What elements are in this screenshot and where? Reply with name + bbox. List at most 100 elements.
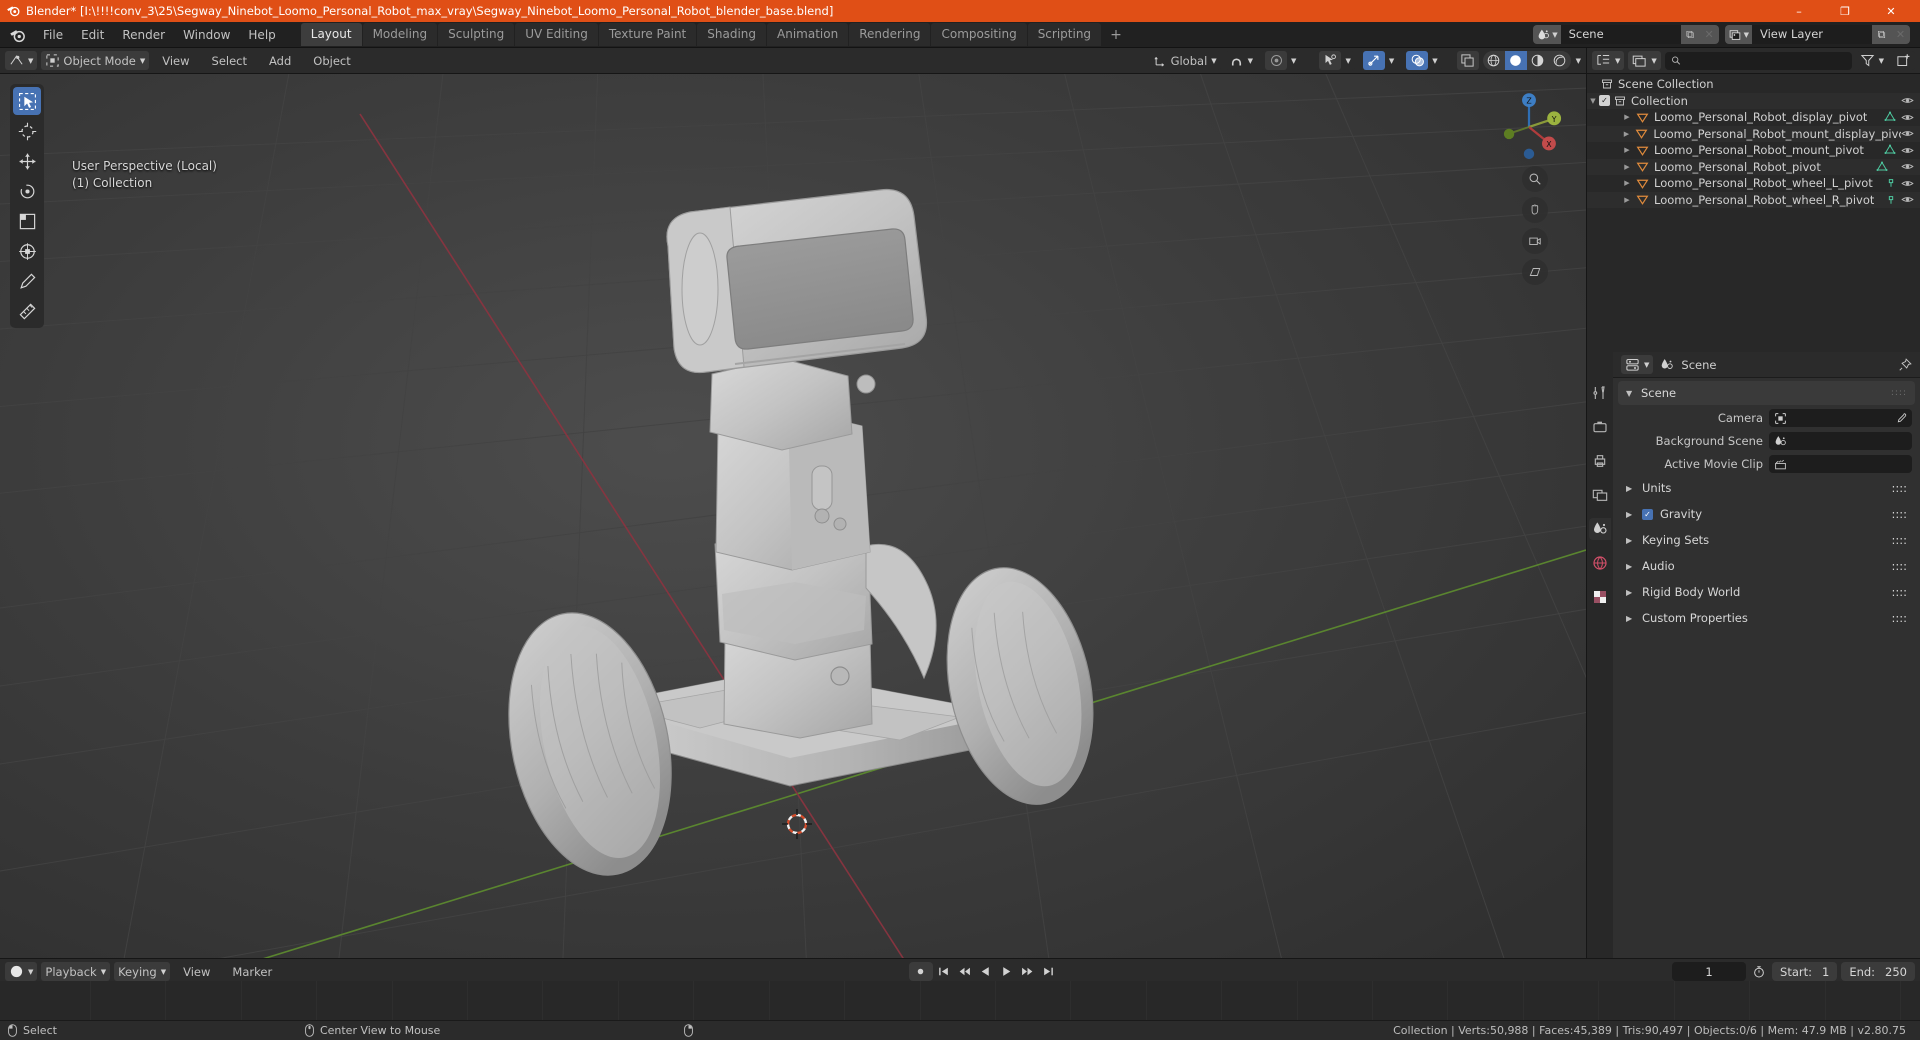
show-gizmo-toggle[interactable] [1319,51,1342,70]
outliner-row-object[interactable]: ▶ Loomo_Personal_Robot_wheel_R_pivot [1587,191,1920,208]
scene-selector[interactable]: ▼ Scene ⧉ ✕ [1533,25,1719,44]
visibility-eye-icon[interactable] [1901,160,1914,173]
toggle-xray-button[interactable] [1406,51,1429,70]
mesh-data-icon[interactable] [1876,161,1888,173]
show-gizmo-group[interactable]: ▼ [1315,51,1355,70]
tab-world[interactable] [1589,552,1611,574]
previous-keyframe-button[interactable] [955,962,975,981]
tab-layout[interactable]: Layout [300,23,362,46]
chevron-down-icon[interactable]: ▼ [1576,57,1581,65]
tab-modeling[interactable]: Modeling [362,23,438,46]
viewport-menu-view[interactable]: View [153,51,198,71]
section-units[interactable]: ▶ Units :::: [1618,476,1915,500]
tool-transform[interactable] [13,237,41,265]
new-view-layer-button[interactable]: ⧉ [1872,25,1891,44]
outliner-row-object[interactable]: ▶ Loomo_Personal_Robot_mount_display_piv… [1587,125,1920,142]
visibility-eye-icon[interactable] [1901,144,1914,157]
tool-rotate[interactable] [13,177,41,205]
outliner-tree[interactable]: Scene Collection ▼ ✓ Collection ▶ Loomo_… [1587,74,1920,352]
play-reverse-button[interactable] [976,962,996,981]
gravity-checkbox[interactable]: ✓ [1642,508,1653,520]
jump-to-end-button[interactable] [1039,962,1059,981]
menu-window[interactable]: Window [174,25,239,45]
tab-shading[interactable]: Shading [697,23,766,46]
outliner-row-collection[interactable]: ▼ ✓ Collection [1587,92,1920,109]
tool-measure[interactable] [13,297,41,325]
zoom-view-button[interactable] [1522,166,1548,192]
frame-start-field[interactable]: Start: 1 [1772,962,1838,981]
navigation-gizmo[interactable]: Z Y X [1490,88,1568,166]
tab-scene[interactable] [1589,518,1611,540]
mesh-data-icon[interactable] [1886,194,1896,206]
section-rigid-body-world[interactable]: ▶ Rigid Body World :::: [1618,580,1915,604]
section-keying-sets[interactable]: ▶ Keying Sets :::: [1618,528,1915,552]
show-overlays-toggle[interactable] [1362,51,1385,70]
next-keyframe-button[interactable] [1018,962,1038,981]
new-scene-button[interactable]: ⧉ [1680,25,1700,44]
transform-orientation-selector[interactable]: Global ▼ [1148,51,1221,70]
timeline-menu-playback[interactable]: Playback ▼ [41,962,111,981]
background-scene-field[interactable] [1769,432,1912,450]
viewport-canvas[interactable]: User Perspective (Local) (1) Collection [0,74,1586,958]
unlink-scene-button[interactable]: ✕ [1699,25,1719,44]
collection-checkbox[interactable]: ✓ [1599,95,1610,107]
visibility-eye-icon[interactable] [1901,111,1914,124]
menu-render[interactable]: Render [113,25,174,45]
timeline-menu-keying[interactable]: Keying ▼ [114,962,171,981]
disclosure-triangle-icon[interactable]: ▶ [1626,484,1635,493]
blender-app-icon[interactable] [8,26,26,44]
xray-group[interactable]: ▼ [1402,51,1442,70]
outliner-display-mode-selector[interactable]: ▼ [1628,51,1661,70]
disclosure-triangle-icon[interactable]: ▶ [1621,196,1633,204]
outliner-row-object[interactable]: ▶ Loomo_Personal_Robot_display_pivot [1587,109,1920,126]
disclosure-triangle-icon[interactable]: ▶ [1626,588,1635,597]
disclosure-triangle-icon[interactable]: ▼ [1626,389,1635,398]
properties-editor-type-selector[interactable]: ▼ [1621,355,1654,374]
view-layer-selector[interactable]: ▼ View Layer ⧉ ✕ [1724,25,1910,44]
section-audio[interactable]: ▶ Audio :::: [1618,554,1915,578]
disclosure-triangle-icon[interactable]: ▶ [1626,562,1635,571]
outliner-row-object[interactable]: ▶ Loomo_Personal_Robot_mount_pivot [1587,142,1920,159]
show-overlays-group[interactable]: ▼ [1358,51,1399,70]
mesh-data-icon[interactable] [1884,144,1896,156]
camera-field[interactable] [1769,409,1912,427]
shading-wireframe-button[interactable] [1483,51,1505,70]
timeline-editor-type-selector[interactable]: ▼ [5,962,38,981]
outliner-row-object[interactable]: ▶ Loomo_Personal_Robot_wheel_L_pivot [1587,175,1920,192]
viewport-shading-copy-button[interactable] [1456,51,1479,70]
disclosure-triangle-icon[interactable]: ▶ [1621,113,1633,121]
tab-rendering[interactable]: Rendering [849,23,931,46]
proportional-editing-group[interactable]: ▼ [1261,51,1301,70]
minimize-button[interactable]: – [1776,0,1822,22]
tab-texture[interactable] [1589,586,1611,608]
tab-tool[interactable] [1589,382,1611,404]
tab-sculpting[interactable]: Sculpting [438,23,515,46]
shading-rendered-button[interactable] [1549,51,1571,70]
mesh-data-icon[interactable] [1884,111,1896,123]
timeline-track[interactable] [0,981,1920,1020]
menu-edit[interactable]: Edit [72,25,113,45]
viewport-menu-add[interactable]: Add [260,51,300,71]
timeline-menu-marker[interactable]: Marker [223,962,281,982]
disclosure-triangle-icon[interactable]: ▼ [1587,97,1599,105]
shading-material-button[interactable] [1527,51,1549,70]
tab-output[interactable] [1589,450,1611,472]
view-layer-name[interactable]: View Layer [1752,25,1872,44]
menu-file[interactable]: File [34,25,72,45]
disclosure-triangle-icon[interactable]: ▶ [1621,146,1633,154]
visibility-eye-icon[interactable] [1901,177,1914,190]
disclosure-triangle-icon[interactable]: ▶ [1620,130,1632,138]
toggle-camera-view-button[interactable] [1522,228,1548,254]
visibility-eye-icon[interactable] [1901,193,1914,206]
tool-annotate[interactable] [13,267,41,295]
panel-scene-header[interactable]: ▼ Scene :::: [1618,381,1915,405]
shading-solid-button[interactable] [1504,51,1527,70]
interaction-mode-selector[interactable]: Object Mode ▼ [41,51,150,70]
outliner-search[interactable] [1664,51,1852,70]
tab-uv-editing[interactable]: UV Editing [515,23,598,46]
disclosure-triangle-icon[interactable]: ▶ [1621,179,1633,187]
play-button[interactable] [997,962,1017,981]
new-collection-button[interactable] [1892,51,1915,70]
proportional-editing-toggle[interactable] [1265,51,1288,70]
maximize-button[interactable]: ❐ [1822,0,1868,22]
